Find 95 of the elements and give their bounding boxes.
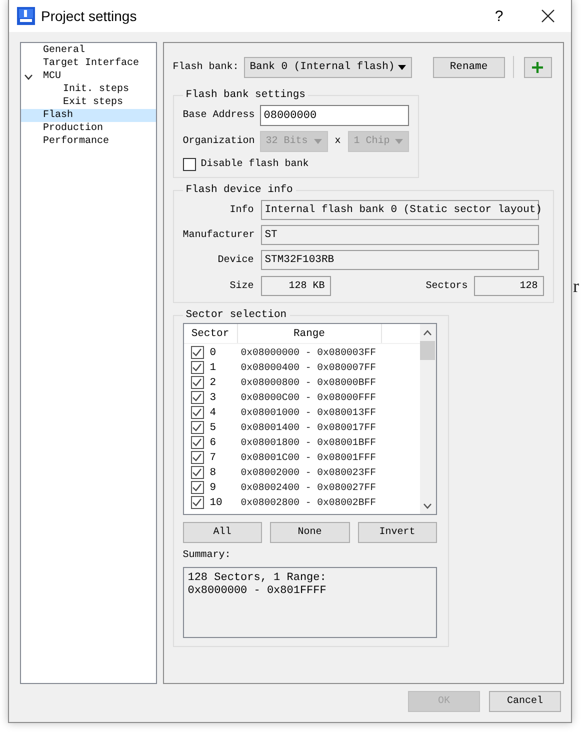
- sector-number: 3: [210, 392, 218, 404]
- group-title: Sector selection: [184, 309, 288, 321]
- flash-bank-label: Flash bank:: [172, 62, 239, 72]
- checkbox[interactable]: [190, 361, 204, 374]
- check-icon: [192, 393, 202, 402]
- rename-button[interactable]: Rename: [432, 56, 505, 78]
- selection-button[interactable]: None: [270, 522, 350, 543]
- dropdown-arrow-icon: [314, 139, 322, 144]
- summary-text: 128 Sectors, 1 Range:: [188, 572, 328, 585]
- add-button[interactable]: [524, 56, 552, 78]
- group-title: Flash device info: [184, 184, 294, 196]
- checkbox[interactable]: [190, 466, 204, 479]
- check-icon: [192, 438, 202, 447]
- address-range: 0x08002000 - 0x080023FF: [240, 467, 376, 478]
- address-range: 0x08000000 - 0x080003FF: [240, 347, 376, 358]
- sector-number: 1: [210, 362, 218, 374]
- readonly-field: Internal flash bank 0 (Static sector layout): [260, 200, 539, 220]
- sector-number: 8: [210, 466, 218, 478]
- help-button[interactable]: ?: [479, 8, 519, 24]
- checkbox[interactable]: [190, 346, 204, 359]
- flash-bank-dropdown[interactable]: Bank 0 (Internal flash): [244, 56, 412, 78]
- plus-icon: [532, 62, 544, 72]
- checkbox[interactable]: [190, 391, 204, 404]
- sector-number: 9: [210, 482, 218, 494]
- checkbox[interactable]: [190, 406, 204, 419]
- address-range: 0x08002400 - 0x080027FF: [240, 482, 376, 493]
- background-text: r: [573, 276, 579, 297]
- check-icon: [192, 363, 202, 372]
- times-label: x: [334, 136, 341, 147]
- address-range: 0x08001800 - 0x08001BFF: [240, 437, 376, 448]
- scroll-up-icon: [423, 330, 432, 336]
- check-icon: [192, 453, 202, 462]
- readonly-field: 128: [474, 276, 544, 296]
- column-header[interactable]: Sector: [184, 324, 238, 343]
- tree-item[interactable]: MCU: [43, 70, 62, 83]
- scrollbar-thumb[interactable]: [420, 341, 436, 360]
- app-logo-icon: [17, 7, 35, 25]
- address-range: 0x08000C00 - 0x08000FFF: [240, 392, 376, 403]
- address-range: 0x08000400 - 0x080007FF: [240, 362, 376, 373]
- sector-number: 2: [210, 376, 218, 388]
- sector-number: 0: [210, 346, 218, 358]
- checkbox[interactable]: [190, 376, 204, 389]
- checkbox[interactable]: [190, 451, 204, 464]
- field-label: Device: [216, 254, 255, 266]
- check-icon: [192, 423, 202, 432]
- field-label: Sectors: [426, 280, 468, 292]
- checkbox[interactable]: [182, 158, 196, 171]
- check-icon: [192, 348, 202, 357]
- address-range: 0x08002800 - 0x08002BFF: [240, 497, 376, 508]
- sector-number: 6: [210, 436, 218, 448]
- summary-text: 0x8000000 - 0x801FFFF: [188, 585, 328, 598]
- checkbox[interactable]: [190, 481, 204, 494]
- tree-item[interactable]: General: [43, 44, 86, 57]
- group-title: Flash bank settings: [184, 89, 306, 101]
- readonly-field: STM32F103RB: [260, 250, 539, 270]
- readonly-field: 128 KB: [260, 276, 331, 296]
- sector-number: 5: [210, 422, 218, 434]
- scroll-down-icon: [423, 503, 432, 509]
- tree-item[interactable]: Exit steps: [63, 96, 124, 109]
- sector-number: 4: [210, 406, 218, 418]
- selection-button[interactable]: All: [182, 522, 262, 543]
- base-address-label: Base Address: [182, 110, 255, 121]
- summary-label: Summary:: [182, 550, 232, 561]
- address-range: 0x08001C00 - 0x08001FFF: [240, 452, 376, 463]
- check-icon: [192, 498, 202, 507]
- dialog-button[interactable]: Cancel: [489, 691, 561, 712]
- field-label: Manufacturer: [182, 230, 256, 240]
- field-label: Info: [228, 204, 255, 216]
- address-range: 0x08000800 - 0x08000BFF: [240, 377, 376, 388]
- checkbox[interactable]: [190, 496, 204, 509]
- tree-item[interactable]: Performance: [43, 135, 110, 148]
- checkbox-label[interactable]: Disable flash bank: [200, 159, 309, 170]
- checkbox[interactable]: [190, 421, 204, 434]
- column-header[interactable]: Range: [238, 324, 382, 343]
- tree-item[interactable]: Production: [43, 122, 104, 135]
- dropdown-arrow-icon: [394, 139, 403, 144]
- check-icon: [192, 408, 202, 417]
- check-icon: [192, 468, 202, 477]
- check-icon: [192, 483, 202, 492]
- window-title: Project settings: [41, 8, 138, 24]
- check-icon: [192, 378, 202, 387]
- selection-button[interactable]: Invert: [358, 522, 437, 543]
- sector-number: 7: [210, 452, 218, 464]
- chevron-down-icon[interactable]: [24, 74, 33, 80]
- readonly-field: ST: [260, 225, 539, 245]
- checkbox[interactable]: [190, 436, 204, 449]
- base-address-field[interactable]: 08000000: [260, 105, 409, 126]
- address-range: 0x08001000 - 0x080013FF: [240, 407, 376, 418]
- tree-item[interactable]: Target Interface: [43, 57, 140, 70]
- address-range: 0x08001400 - 0x080017FF: [240, 422, 376, 433]
- sector-number: 10: [210, 496, 224, 508]
- field-label: Size: [228, 280, 255, 292]
- dropdown-arrow-icon: [398, 64, 406, 70]
- organization-label: Organization: [182, 136, 255, 147]
- tree-item[interactable]: Init. steps: [63, 83, 130, 96]
